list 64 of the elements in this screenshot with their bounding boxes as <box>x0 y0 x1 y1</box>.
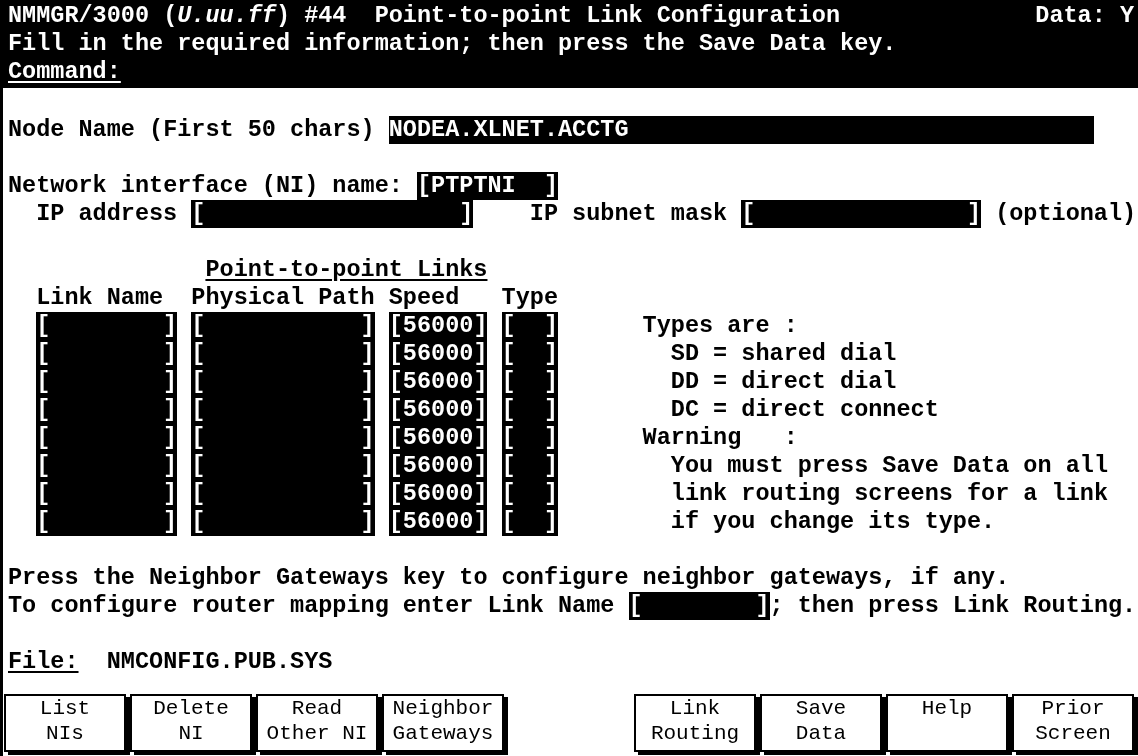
input-field[interactable]: [ ] <box>36 480 178 508</box>
field-label: Node Name (First 50 chars) <box>8 116 375 144</box>
input-field[interactable]: [ ] <box>191 368 375 396</box>
input-field[interactable]: [56000] <box>388 452 488 480</box>
input-field[interactable]: [ ] <box>501 452 558 480</box>
field-note: (optional) <box>995 200 1137 228</box>
help-heading: Types are : <box>642 312 798 340</box>
data-status-label: Data: Y <box>1035 2 1134 30</box>
input-field[interactable]: [PTPTNI ] <box>416 172 558 200</box>
help-text: You must press Save Data on all <box>670 452 1108 480</box>
input-field[interactable]: [ ] <box>191 424 375 452</box>
input-field[interactable]: [56000] <box>388 312 488 340</box>
input-field[interactable]: NODEA.XLNET.ACCTG <box>388 116 1094 144</box>
input-field[interactable]: [ ] <box>36 312 178 340</box>
input-field[interactable]: [ ] <box>501 424 558 452</box>
input-field[interactable]: [ ] <box>36 424 178 452</box>
input-field[interactable]: [56000] <box>388 368 488 396</box>
input-field[interactable]: [56000] <box>388 396 488 424</box>
column-header: Physical Path <box>191 284 375 312</box>
input-field[interactable]: [ ] <box>501 340 558 368</box>
input-field[interactable]: [56000] <box>388 340 488 368</box>
input-field[interactable]: [ ] <box>191 452 375 480</box>
input-field[interactable]: [ ] <box>191 480 375 508</box>
file-path: NMCONFIG.PUB.SYS <box>106 648 333 676</box>
input-field[interactable]: [ ] <box>36 340 178 368</box>
help-text: DD = direct dial <box>670 368 897 396</box>
help-text: link routing screens for a link <box>670 480 1108 508</box>
help-heading: Warning : <box>642 424 798 452</box>
input-field[interactable]: [ ] <box>191 340 375 368</box>
input-field[interactable]: [ ] <box>191 508 375 536</box>
input-field[interactable]: [ ] <box>501 508 558 536</box>
input-field[interactable]: [56000] <box>388 424 488 452</box>
command-label: Command: <box>8 58 121 86</box>
instruction-message: Fill in the required information; then press the Save Data key. <box>8 30 897 58</box>
input-field[interactable]: [ ] <box>36 508 178 536</box>
help-text: DC = direct connect <box>670 396 939 424</box>
input-field[interactable]: [ ] <box>36 368 178 396</box>
input-field[interactable]: [ ] <box>191 396 375 424</box>
input-field[interactable]: [ ] <box>628 592 770 620</box>
instruction-text: To configure router mapping enter Link Name <box>8 592 615 620</box>
instruction-text: Press the Neighbor Gateways key to configure neighbor gateways, if any. <box>8 564 1010 592</box>
input-field[interactable]: [56000] <box>388 480 488 508</box>
input-field[interactable]: [ ] <box>501 396 558 424</box>
input-field[interactable]: [56000] <box>388 508 488 536</box>
help-text: SD = shared dial <box>670 340 897 368</box>
input-field[interactable]: [ ] <box>501 480 558 508</box>
input-field[interactable]: [ ] <box>191 200 474 228</box>
input-field[interactable]: [ ] <box>741 200 982 228</box>
input-field[interactable]: [ ] <box>501 312 558 340</box>
input-field[interactable]: [ ] <box>36 396 178 424</box>
column-header: Link Name <box>36 284 164 312</box>
column-header: Speed <box>388 284 460 312</box>
instruction-text: ; then press Link Routing. <box>769 592 1137 620</box>
file-label: File: <box>8 648 79 676</box>
field-label: IP address <box>36 200 178 228</box>
input-field[interactable]: [ ] <box>191 312 375 340</box>
column-header: Type <box>501 284 558 312</box>
field-label: Network interface (NI) name: <box>8 172 403 200</box>
input-field[interactable]: [ ] <box>501 368 558 396</box>
field-label: IP subnet mask <box>529 200 728 228</box>
help-text: if you change its type. <box>670 508 996 536</box>
input-field[interactable]: [ ] <box>36 452 178 480</box>
screen-title: NMMGR/3000 (U.uu.ff) #44 Point-to-point Link Configuration <box>8 2 841 30</box>
section-title: Point-to-point Links <box>205 256 488 284</box>
